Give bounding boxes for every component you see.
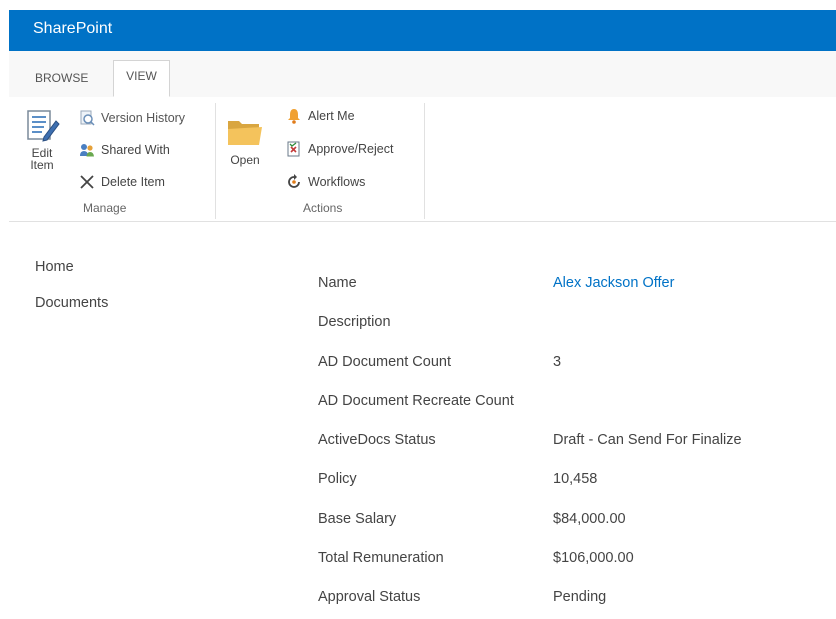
- field-label: AD Document Recreate Count: [318, 393, 514, 409]
- field-value: 3: [553, 354, 562, 370]
- field-value: Pending: [553, 589, 607, 605]
- edit-item-button[interactable]: Edit Item: [19, 107, 65, 171]
- field-value: Draft - Can Send For Finalize: [553, 432, 742, 448]
- field-value-link[interactable]: Alex Jackson Offer: [553, 275, 674, 291]
- field-value: 10,458: [553, 471, 598, 487]
- alert-me-button[interactable]: Alert Me: [286, 105, 355, 127]
- field-label: Name: [318, 275, 357, 291]
- folder-icon: [225, 115, 265, 151]
- tab-browse[interactable]: BROWSE: [35, 71, 88, 85]
- shared-with-button[interactable]: Shared With: [79, 139, 170, 161]
- field-label: Policy: [318, 471, 357, 487]
- shared-with-label: Shared With: [101, 143, 170, 157]
- bell-icon: [286, 108, 302, 124]
- field-label: Total Remuneration: [318, 550, 444, 566]
- delete-item-label: Delete Item: [101, 175, 165, 189]
- ribbon: Edit Item Version History Shared With De…: [9, 97, 836, 222]
- manage-group-label: Manage: [83, 201, 127, 215]
- edit-item-icon: [22, 107, 62, 147]
- version-history-icon: [79, 110, 95, 126]
- nav-item-home[interactable]: Home: [35, 259, 74, 275]
- field-label: AD Document Count: [318, 354, 451, 370]
- sharepoint-title[interactable]: SharePoint: [33, 20, 112, 38]
- tab-view[interactable]: VIEW: [113, 60, 170, 97]
- field-label: ActiveDocs Status: [318, 432, 436, 448]
- group-divider: [215, 103, 216, 219]
- open-label: Open: [230, 153, 260, 167]
- edit-item-label-line2: Item: [30, 158, 54, 172]
- workflows-label: Workflows: [308, 175, 366, 189]
- shared-with-icon: [79, 142, 95, 158]
- approve-reject-label: Approve/Reject: [308, 142, 394, 156]
- field-label: Approval Status: [318, 589, 421, 605]
- nav-item-documents[interactable]: Documents: [35, 295, 108, 311]
- alert-me-label: Alert Me: [308, 109, 355, 123]
- field-label: Description: [318, 314, 391, 330]
- version-history-button[interactable]: Version History: [79, 107, 185, 129]
- group-divider: [424, 103, 425, 219]
- open-button[interactable]: Open: [225, 115, 265, 167]
- ribbon-tabs: BROWSE VIEW: [9, 51, 836, 98]
- workflows-button[interactable]: Workflows: [286, 171, 365, 193]
- field-value: $106,000.00: [553, 550, 634, 566]
- delete-item-button[interactable]: Delete Item: [79, 171, 165, 193]
- approve-reject-button[interactable]: Approve/Reject: [286, 138, 393, 160]
- version-history-label: Version History: [101, 111, 186, 125]
- field-label: Base Salary: [318, 511, 397, 527]
- actions-group-label: Actions: [303, 201, 343, 215]
- suite-bar: SharePoint: [9, 10, 836, 51]
- delete-icon: [79, 174, 95, 190]
- approve-reject-icon: [286, 141, 302, 157]
- workflows-icon: [286, 174, 302, 190]
- field-value: $84,000.00: [553, 511, 626, 527]
